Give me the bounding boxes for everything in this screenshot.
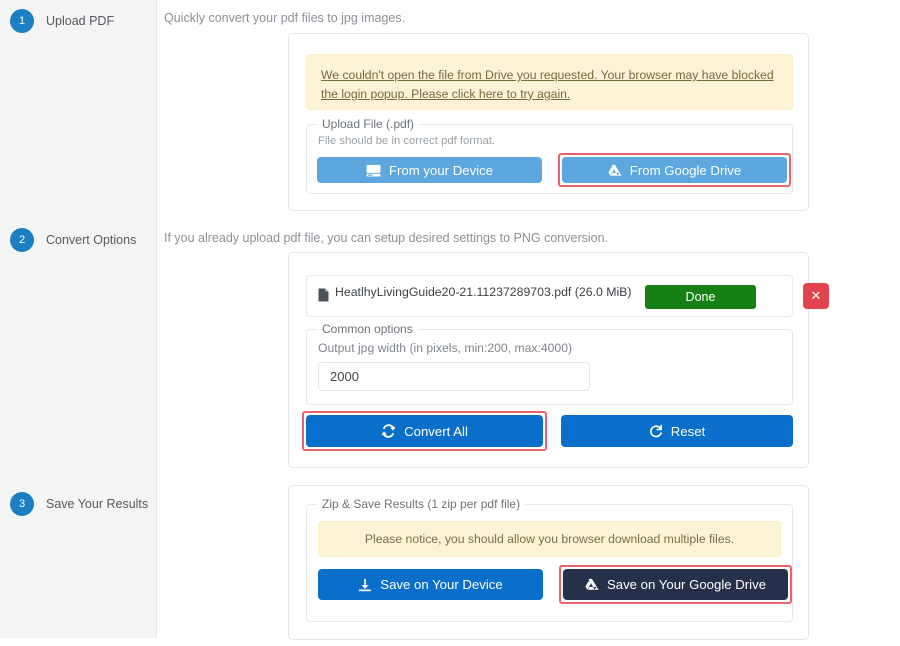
zip-save-legend: Zip & Save Results (1 zip per pdf file) xyxy=(317,497,526,511)
uploaded-file-row: HeatlhyLivingGuide20-21.11237289703.pdf … xyxy=(306,275,793,317)
sidebar-step-label: Save Your Results xyxy=(46,497,149,511)
file-name-text: HeatlhyLivingGuide20-21.11237289703.pdf xyxy=(335,285,572,299)
file-icon xyxy=(318,288,329,302)
from-your-device-button[interactable]: From your Device xyxy=(317,157,542,183)
save-on-your-device-label: Save on Your Device xyxy=(380,577,503,592)
drive-error-alert: We couldn't open the file from Drive you… xyxy=(306,54,793,110)
step-number-badge: 3 xyxy=(10,492,34,516)
drive-error-retry-link[interactable]: We couldn't open the file from Drive you… xyxy=(321,68,774,101)
remove-file-button[interactable]: ✕ xyxy=(803,283,829,309)
zip-save-fieldset: Zip & Save Results (1 zip per pdf file) … xyxy=(306,497,793,622)
sidebar-step-convert-options[interactable]: 2 Convert Options xyxy=(10,228,136,252)
file-size-text: (26.0 MiB) xyxy=(574,285,632,299)
save-results-card: Zip & Save Results (1 zip per pdf file) … xyxy=(288,485,809,640)
refresh-icon xyxy=(381,424,396,438)
section2-description: If you already upload pdf file, you can … xyxy=(164,231,609,245)
from-google-drive-button[interactable]: From Google Drive xyxy=(562,157,787,183)
save-on-your-google-drive-label: Save on Your Google Drive xyxy=(606,577,767,592)
google-drive-icon xyxy=(585,578,599,591)
sidebar-step-save-results[interactable]: 3 Save Your Results xyxy=(10,492,148,516)
reset-label: Reset xyxy=(670,423,706,439)
download-icon xyxy=(358,578,372,592)
download-notice-alert: Please notice, you should allow you brow… xyxy=(318,521,781,557)
main-content: Quickly convert your pdf files to jpg im… xyxy=(157,0,900,646)
step-number-badge: 1 xyxy=(10,9,34,33)
upload-file-hint: File should be in correct pdf format. xyxy=(318,135,496,147)
sidebar-step-label: Upload PDF xyxy=(46,14,115,28)
google-drive-icon xyxy=(608,164,622,177)
steps-sidebar: 1 Upload PDF 2 Convert Options 3 Save Yo… xyxy=(0,0,157,638)
section1-description: Quickly convert your pdf files to jpg im… xyxy=(164,11,406,25)
upload-card: We couldn't open the file from Drive you… xyxy=(288,33,809,211)
common-options-legend: Common options xyxy=(317,322,418,336)
from-google-drive-label: From Google Drive xyxy=(629,162,742,178)
from-your-device-label: From your Device xyxy=(388,162,494,178)
status-badge-done: Done xyxy=(645,285,756,309)
upload-file-legend: Upload File (.pdf) xyxy=(317,117,420,131)
uploaded-file-name: HeatlhyLivingGuide20-21.11237289703.pdf … xyxy=(335,284,635,301)
save-on-your-device-button[interactable]: Save on Your Device xyxy=(318,569,543,600)
sidebar-step-upload-pdf[interactable]: 1 Upload PDF xyxy=(10,9,114,33)
output-width-input[interactable] xyxy=(318,362,590,391)
reset-button[interactable]: Reset xyxy=(561,415,793,447)
convert-options-card: HeatlhyLivingGuide20-21.11237289703.pdf … xyxy=(288,252,829,468)
output-width-label: Output jpg width (in pixels, min:200, ma… xyxy=(318,341,573,355)
step-number-badge: 2 xyxy=(10,228,34,252)
sidebar-step-label: Convert Options xyxy=(46,233,137,247)
hdd-icon xyxy=(366,164,381,177)
convert-all-label: Convert All xyxy=(404,423,468,439)
reset-arrow-icon xyxy=(649,424,663,438)
save-on-your-google-drive-button[interactable]: Save on Your Google Drive xyxy=(563,569,788,600)
convert-all-button[interactable]: Convert All xyxy=(306,415,543,447)
common-options-fieldset: Common options Output jpg width (in pixe… xyxy=(306,322,793,405)
app-root: 1 Upload PDF 2 Convert Options 3 Save Yo… xyxy=(0,0,900,646)
